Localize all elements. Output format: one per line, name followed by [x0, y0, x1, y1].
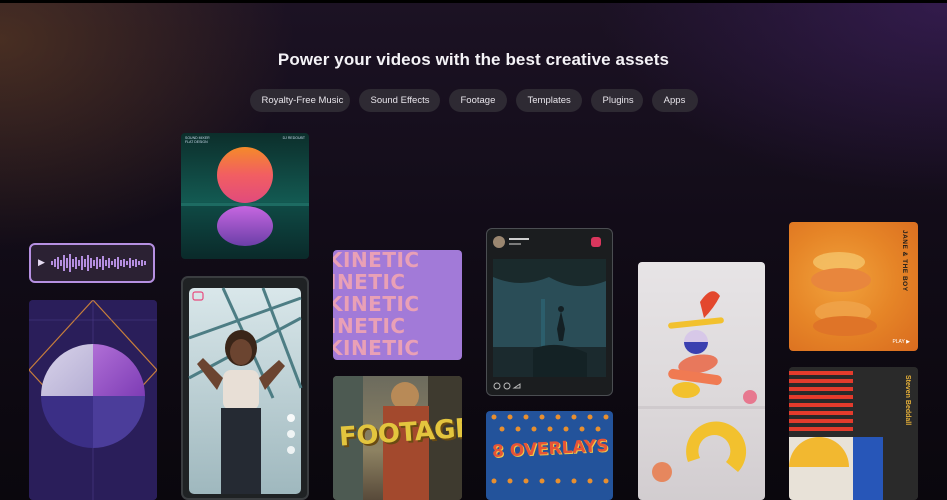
top-border: [0, 0, 947, 3]
phone-video-card[interactable]: [181, 276, 309, 500]
geometric-artwork-card[interactable]: [29, 300, 157, 500]
chip-plugins[interactable]: Plugins: [590, 89, 643, 112]
chip-royalty-free-music[interactable]: Royalty-Free Music: [249, 89, 350, 112]
music-cover-title: JANE & THE BOY: [901, 230, 908, 292]
overlays-card[interactable]: 8 OVERLAYS: [486, 411, 613, 500]
3d-shapes-artwork: [638, 291, 765, 482]
poster-artist-name: Steven Beddall: [904, 375, 911, 426]
chip-templates[interactable]: Templates: [515, 89, 582, 112]
instagram-icon: [591, 237, 601, 247]
waveform-icon: [51, 254, 146, 272]
dancer-video-frame: [188, 287, 303, 494]
music-cover-play[interactable]: PLAY ▶: [892, 339, 910, 345]
album-cover-card[interactable]: SOUND MIXER FLAT DESIGN DJ REDOUBT: [181, 133, 309, 259]
chip-footage[interactable]: Footage: [448, 89, 507, 112]
chip-apps[interactable]: Apps: [651, 89, 698, 112]
lips-artwork: [811, 252, 877, 336]
kinetic-type-card[interactable]: KINETIC KINETIC KINETIC KINETIC KINETIC: [333, 250, 462, 360]
kinetic-text-row: KINETIC: [333, 314, 406, 338]
audio-player-card[interactable]: ▶: [29, 243, 155, 283]
chip-sound-effects[interactable]: Sound Effects: [358, 89, 440, 112]
geometric-artwork: [29, 300, 157, 500]
poster-artwork: [789, 367, 918, 500]
social-post-card[interactable]: [486, 228, 613, 396]
music-cover-card[interactable]: JANE & THE BOY PLAY ▶: [789, 222, 918, 351]
category-chips: Royalty-Free Music Sound Effects Footage…: [0, 89, 947, 112]
play-icon[interactable]: ▶: [38, 257, 45, 268]
3d-shapes-card[interactable]: [638, 262, 765, 500]
poster-card[interactable]: Steven Beddall: [789, 367, 918, 500]
kinetic-text-row: KINETIC: [333, 336, 420, 360]
social-post-frame: [493, 236, 606, 390]
heart-icon[interactable]: [287, 414, 295, 422]
page-headline: Power your videos with the best creative…: [277, 50, 670, 69]
sunset-artwork: [181, 147, 309, 246]
footage-card[interactable]: FOOTAGE: [333, 376, 462, 500]
kinetic-text-row: KINETIC: [333, 270, 406, 294]
kinetic-text-row: KINETIC: [333, 250, 420, 272]
kinetic-text-row: KINETIC: [333, 292, 420, 316]
